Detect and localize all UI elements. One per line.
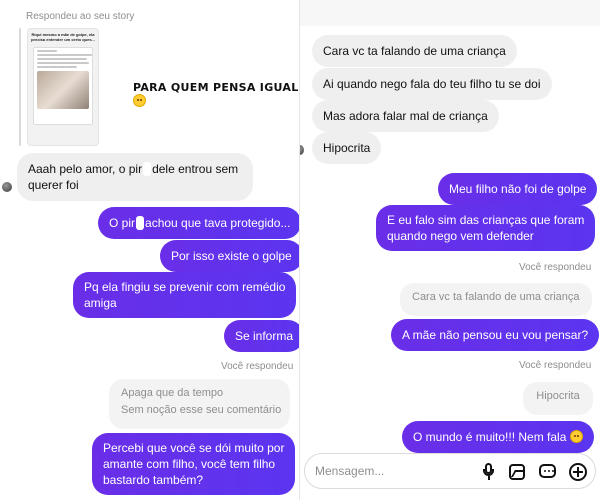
right-screenshot: Cara vc ta falando de uma criança Ai qua… <box>300 0 600 500</box>
microphone-icon[interactable] <box>479 462 499 482</box>
message-input[interactable]: Mensagem... <box>315 464 384 478</box>
avatar[interactable] <box>300 145 304 155</box>
you-replied-label: Você respondeu <box>519 360 592 371</box>
image-icon[interactable] <box>507 462 527 482</box>
outgoing-message[interactable]: E eu falo sim das crianças que foram quan… <box>376 205 596 251</box>
incoming-message[interactable]: Aaah pelo amor, o pir dele entrou sem quer… <box>17 153 253 201</box>
message-composer[interactable]: Mensagem... <box>304 453 596 489</box>
story-photo <box>37 71 89 109</box>
outgoing-message[interactable]: O pir achou que tava protegido... <box>98 207 300 239</box>
quoted-reply[interactable]: Hipocrita <box>523 382 593 415</box>
you-replied-label: Você respondeu <box>519 262 592 273</box>
avatar[interactable] <box>2 182 12 192</box>
incoming-message[interactable]: Ai quando nego fala do teu filho tu se d… <box>312 68 552 100</box>
quoted-reply[interactable]: Cara vc ta falando de uma criança <box>400 283 592 316</box>
outgoing-message[interactable]: Pq ela fingiu se prevenir com remédio ami… <box>73 272 297 318</box>
outgoing-message[interactable]: Por isso existe o golpe <box>160 240 300 272</box>
story-caption: Riqui mesmo a mãe de golpe, ela precisa … <box>31 32 95 42</box>
smiley-emoji <box>133 94 146 107</box>
censor-mark <box>143 162 152 176</box>
incoming-message[interactable]: Mas adora falar mal de criança <box>312 100 499 132</box>
you-replied-label: Você respondeu <box>221 361 294 372</box>
story-thumbnail[interactable]: Riqui mesmo a mãe de golpe, ela precisa … <box>27 28 99 146</box>
story-overlay-text: PARA QUEM PENSA IGUAL <box>133 81 300 108</box>
outgoing-message[interactable]: Se informa <box>224 320 300 352</box>
story-reply-line <box>19 28 21 146</box>
story-reply-label: Respondeu ao seu story <box>26 11 135 22</box>
outgoing-message[interactable]: Percebi que você se dói muito por amante … <box>92 433 296 495</box>
incoming-message[interactable]: Cara vc ta falando de uma criança <box>312 35 517 67</box>
story-inner-post <box>33 47 93 125</box>
outgoing-message[interactable]: A mãe não pensou eu vou pensar? <box>391 319 600 351</box>
top-bar <box>300 0 600 26</box>
smiley-emoji <box>569 430 583 443</box>
quoted-reply[interactable]: Apaga que da tempo Sem noção esse seu com… <box>109 379 290 429</box>
sticker-icon[interactable] <box>537 462 557 482</box>
censor-mark <box>136 216 145 230</box>
outgoing-message[interactable]: O mundo é muito!!! Nem fala <box>402 421 594 453</box>
outgoing-message[interactable]: Meu filho não foi de golpe <box>438 173 598 205</box>
left-screenshot: Respondeu ao seu story Riqui mesmo a mãe… <box>0 0 300 500</box>
plus-icon[interactable] <box>568 462 588 482</box>
incoming-message[interactable]: Hipocrita <box>312 132 382 164</box>
